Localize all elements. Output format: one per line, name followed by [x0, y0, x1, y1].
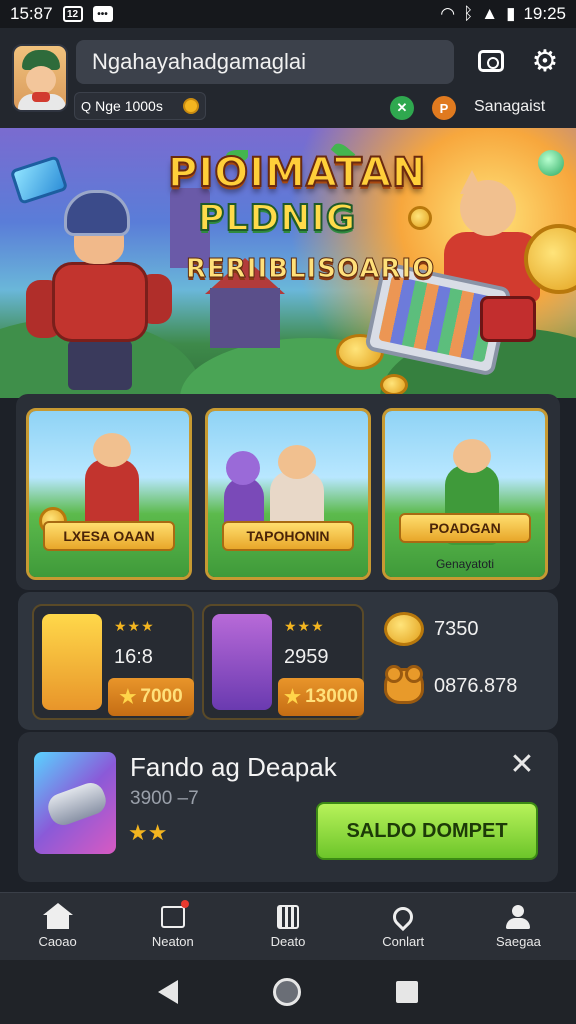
- status-bar: 15:87 12 ••• ◠ ᛒ ▲ ▮ 19:25: [0, 0, 576, 28]
- balance-pill[interactable]: Q Nge 1000s: [74, 92, 206, 120]
- nav-item-location[interactable]: Conlart: [346, 893, 461, 960]
- offer-panel: Fando ag Deapak 3900 –7 ★★ ✕ SALDO DOMPE…: [18, 732, 558, 882]
- games-panel: LXESA OAAN TAPOHONIN POADGAN Genayatoti: [16, 394, 560, 590]
- search-value: Ngahayahadgamaglai: [92, 49, 307, 74]
- bear-icon: [384, 665, 424, 704]
- recent-apps-icon[interactable]: [396, 981, 419, 1003]
- search-input[interactable]: Ngahayahadgamaglai: [76, 40, 454, 84]
- game-card-subtitle: Genayatoti: [435, 557, 495, 571]
- nav-label: Neaton: [151, 934, 194, 949]
- notification-dot: [180, 900, 189, 908]
- nav-label: Deato: [270, 934, 306, 949]
- nav-item-inbox[interactable]: Neaton: [115, 893, 230, 960]
- nav-label: Saegaa: [496, 934, 541, 949]
- game-card[interactable]: TAPOHONIN: [205, 408, 371, 580]
- offer-thumbnail: [34, 752, 116, 854]
- shop-icon: [274, 904, 302, 930]
- reward-thumbnail: [212, 614, 272, 710]
- offer-subtitle: 3900 –7: [130, 788, 199, 809]
- nav-item-profile[interactable]: Saegaa: [461, 893, 576, 960]
- offer-stars: ★★: [128, 820, 168, 845]
- bear-value: 0876.878: [434, 674, 518, 697]
- user-icon: [504, 904, 532, 930]
- inbox-icon: [159, 900, 189, 930]
- system-home-icon[interactable]: [272, 978, 301, 1006]
- reward-price: 13000: [305, 686, 358, 707]
- status-more-icon: •••: [92, 6, 113, 22]
- home-icon: [42, 903, 73, 930]
- app-header: Ngahayahadgamaglai ⚙ Q Nge 1000s ✕ P San…: [0, 28, 576, 128]
- game-card-label: POADGAN: [399, 513, 531, 543]
- points-icon[interactable]: P: [432, 96, 456, 120]
- coins-value: 7350: [434, 617, 479, 640]
- nav-item-shop[interactable]: Deato: [230, 893, 345, 960]
- back-icon[interactable]: [157, 980, 178, 1004]
- offer-title: Fando ag Deapak: [130, 752, 337, 782]
- battery-icon: ▮: [506, 4, 516, 23]
- camera-icon[interactable]: [474, 44, 508, 78]
- truck-illustration: [480, 296, 536, 342]
- gear-icon[interactable]: ⚙: [528, 44, 562, 78]
- coin-icon: [183, 98, 199, 114]
- star-icon: ★: [284, 686, 302, 708]
- nav-label: Conlart: [382, 934, 425, 949]
- banner-title-line1: PIOIMATAN: [167, 149, 427, 197]
- wifi-icon: ◠: [440, 4, 456, 23]
- coin-icon: [408, 206, 432, 230]
- banner-title-line3: RERIIBLISOARIO: [185, 254, 436, 285]
- game-card[interactable]: LXESA OAAN: [26, 408, 192, 580]
- swap-icon[interactable]: ✕: [390, 96, 414, 120]
- reward-number: 2959: [284, 646, 329, 668]
- bluetooth-icon: ᛒ: [463, 4, 474, 23]
- avatar[interactable]: [12, 44, 68, 112]
- username-label[interactable]: Sanagaist: [474, 98, 545, 116]
- status-time-right: 19:25: [523, 4, 566, 23]
- promo-banner[interactable]: PIOIMATAN PLDNIG RERIIBLISOARIO: [0, 128, 576, 398]
- star-icon: ★: [119, 686, 137, 708]
- balance-pill-text: Nge 1000s: [95, 98, 163, 114]
- game-card-label: TAPOHONIN: [222, 521, 354, 551]
- game-card[interactable]: POADGAN Genayatoti: [382, 408, 548, 580]
- signal-icon: ▲: [481, 4, 499, 23]
- reward-price-button[interactable]: ★ 13000: [278, 678, 364, 716]
- reward-price-button[interactable]: ★ 7000: [108, 678, 194, 716]
- bear-stat: 0876.878: [384, 665, 518, 704]
- coin-icon: [380, 374, 408, 396]
- hero-character-left: [26, 190, 176, 390]
- reward-number: 16:8: [114, 646, 153, 668]
- reward-stars: ★★★: [284, 618, 325, 634]
- saldo-dompet-button[interactable]: SALDO DOMPET: [316, 802, 538, 860]
- reward-stars: ★★★: [114, 618, 155, 634]
- reward-thumbnail: [42, 614, 102, 710]
- coins-stat: 7350: [384, 612, 479, 646]
- nav-label: Caoao: [38, 934, 77, 949]
- game-card-label: LXESA OAAN: [43, 521, 175, 551]
- nav-item-home[interactable]: Caoao: [0, 893, 115, 960]
- reward-card[interactable]: ★★★ 2959 ★ 13000: [202, 604, 364, 720]
- rewards-panel: ★★★ 16:8 ★ 7000 ★★★ 2959 ★ 13000 7350 08…: [18, 592, 558, 730]
- reward-price: 7000: [140, 686, 183, 707]
- coins-icon: [384, 612, 424, 646]
- status-time-left: 15:87: [10, 4, 53, 23]
- close-icon[interactable]: ✕: [506, 748, 538, 781]
- system-nav-bar: [0, 960, 576, 1024]
- location-pin-icon: [389, 902, 418, 932]
- status-notification-icon: 12: [62, 6, 83, 22]
- search-icon: Q: [81, 98, 92, 114]
- bottom-nav: Caoao Neaton Deato Conlart Saegaa: [0, 892, 576, 960]
- reward-card[interactable]: ★★★ 16:8 ★ 7000: [32, 604, 194, 720]
- banner-title-line2: PLDNIG: [197, 197, 357, 240]
